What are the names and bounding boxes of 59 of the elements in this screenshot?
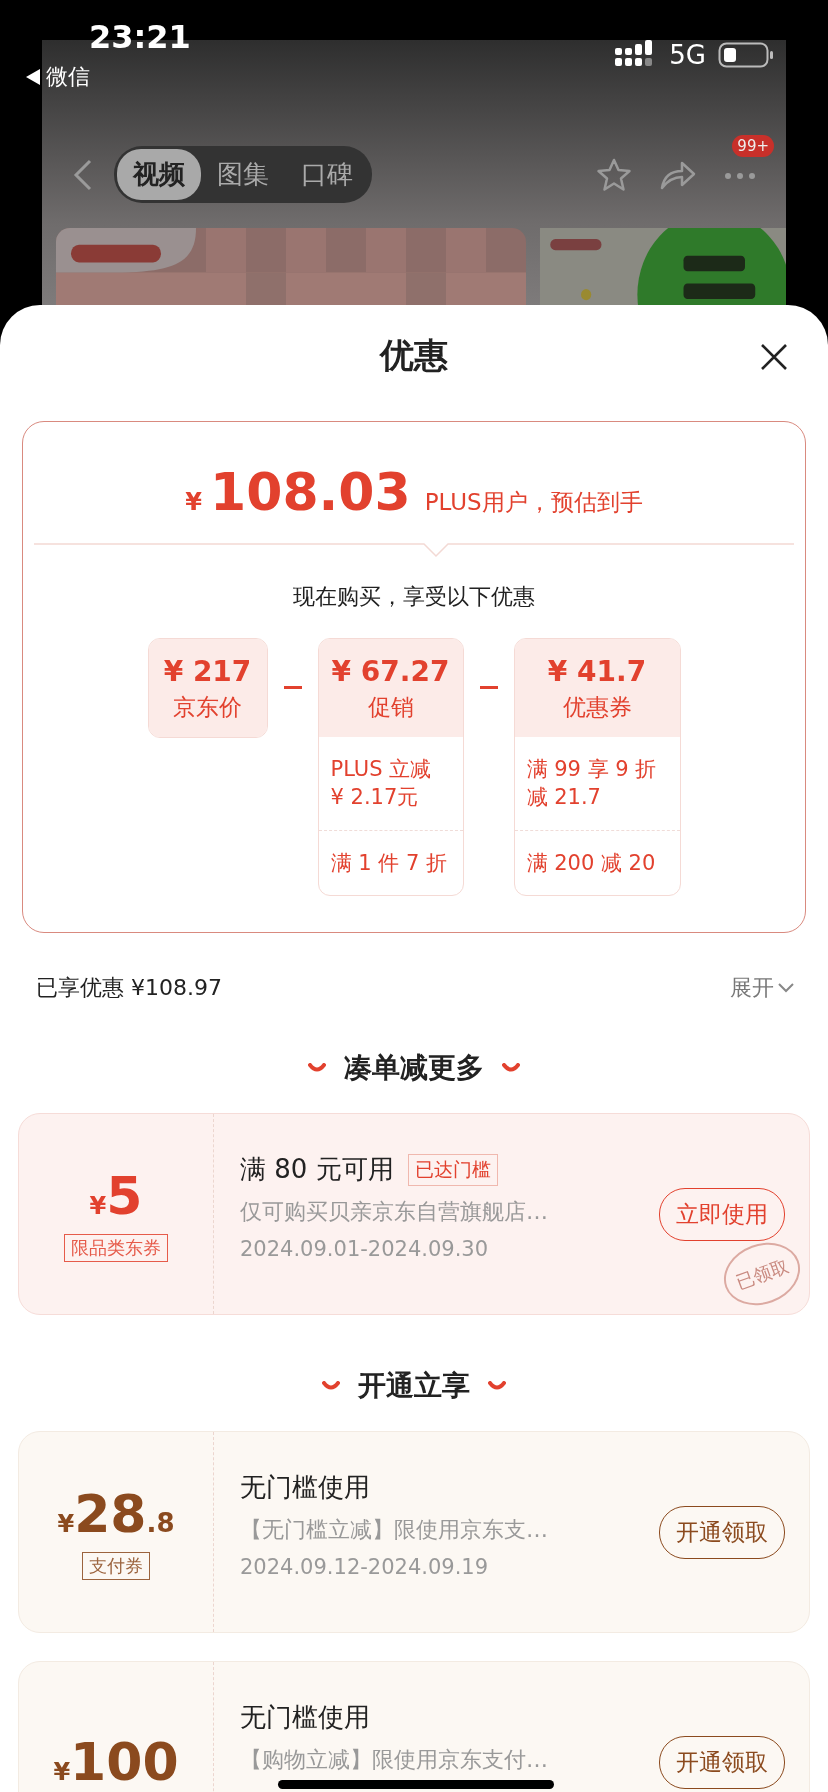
- savings-total: 已享优惠 ¥108.97: [36, 974, 222, 1003]
- coupon-amount: ¥5: [89, 1166, 143, 1227]
- battery-icon: [718, 42, 774, 68]
- coupon-description: 【购物立减】限使用京东支付…: [240, 1746, 549, 1775]
- coupon-action-button[interactable]: 开通领取: [659, 1505, 785, 1559]
- share-icon[interactable]: [660, 159, 696, 190]
- tab[interactable]: 图集: [201, 149, 285, 200]
- section-title: 开通立享: [358, 1368, 470, 1405]
- coupon-amount: ¥100: [53, 1732, 179, 1792]
- coupon-amount: ¥28.8: [57, 1484, 175, 1545]
- more-icon[interactable]: [724, 172, 756, 180]
- discount-detail: ¥ 2.17元: [330, 784, 419, 812]
- curve-icon: [488, 1381, 506, 1392]
- curve-icon: [322, 1381, 340, 1392]
- estimated-price: 108.03: [210, 462, 411, 522]
- coupon-description: 仅可购买贝亲京东自营旗舰店…: [240, 1198, 549, 1227]
- validity-dates: 2024.09.01-2024.09.30: [240, 1237, 490, 1262]
- curve-icon: [308, 1063, 326, 1074]
- discount-detail: 减 21.7: [526, 784, 601, 812]
- back-triangle-icon[interactable]: [26, 69, 40, 85]
- component-label: 促销: [367, 693, 414, 722]
- clock-time: 23:21: [89, 18, 191, 56]
- coupon-description: 【无门槛立减】限使用京东支…: [240, 1516, 549, 1545]
- coupon-title: 无门槛使用: [240, 1471, 370, 1505]
- network-label: 5G: [669, 40, 706, 70]
- breakdown-caption: 现在购买，享受以下优惠: [292, 583, 536, 611]
- tab[interactable]: 口碑: [285, 149, 369, 200]
- coupon-title: 满 80 元可用: [240, 1153, 394, 1187]
- coupon-title: 无门槛使用: [240, 1701, 370, 1735]
- close-icon[interactable]: [760, 343, 788, 371]
- back-app-link[interactable]: 微信: [46, 62, 90, 92]
- section-title: 凑单减更多: [344, 1050, 484, 1087]
- component-label: 京东价: [173, 693, 242, 722]
- expand-button[interactable]: 展开: [730, 973, 794, 1004]
- price-note: PLUS用户，预估到手: [424, 488, 643, 517]
- tab[interactable]: 视频: [117, 149, 201, 200]
- notification-badge: 99+: [732, 135, 774, 157]
- minus-icon: [283, 686, 302, 689]
- coupon-type-tag: 支付券: [82, 1552, 150, 1581]
- discount-detail: 满 200 减 20: [526, 849, 656, 877]
- coupon-action-button[interactable]: 开通领取: [659, 1735, 785, 1789]
- curve-icon: [502, 1063, 520, 1074]
- discount-detail: PLUS 立减: [330, 756, 432, 783]
- back-icon[interactable]: [72, 157, 94, 192]
- threshold-badge: 已达门槛: [407, 1153, 498, 1186]
- coupon-action-button[interactable]: 立即使用: [659, 1187, 785, 1241]
- star-icon[interactable]: [596, 157, 632, 192]
- validity-dates: 2024.09.12-2024.09.19: [240, 1555, 490, 1580]
- discount-detail: 满 99 享 9 折: [526, 756, 657, 783]
- coupon-type-tag: 限品类东券: [64, 1234, 168, 1263]
- sheet-title: 优惠: [380, 334, 448, 377]
- currency-symbol: ¥: [185, 488, 202, 516]
- component-amount: ¥ 67.27: [331, 655, 450, 688]
- component-amount: ¥ 41.7: [547, 655, 647, 688]
- component-label: 优惠券: [562, 693, 632, 722]
- minus-icon: [479, 686, 498, 689]
- discount-detail: 满 1 件 7 折: [330, 849, 447, 877]
- chevron-down-icon: [778, 983, 794, 994]
- component-amount: ¥ 217: [163, 655, 252, 688]
